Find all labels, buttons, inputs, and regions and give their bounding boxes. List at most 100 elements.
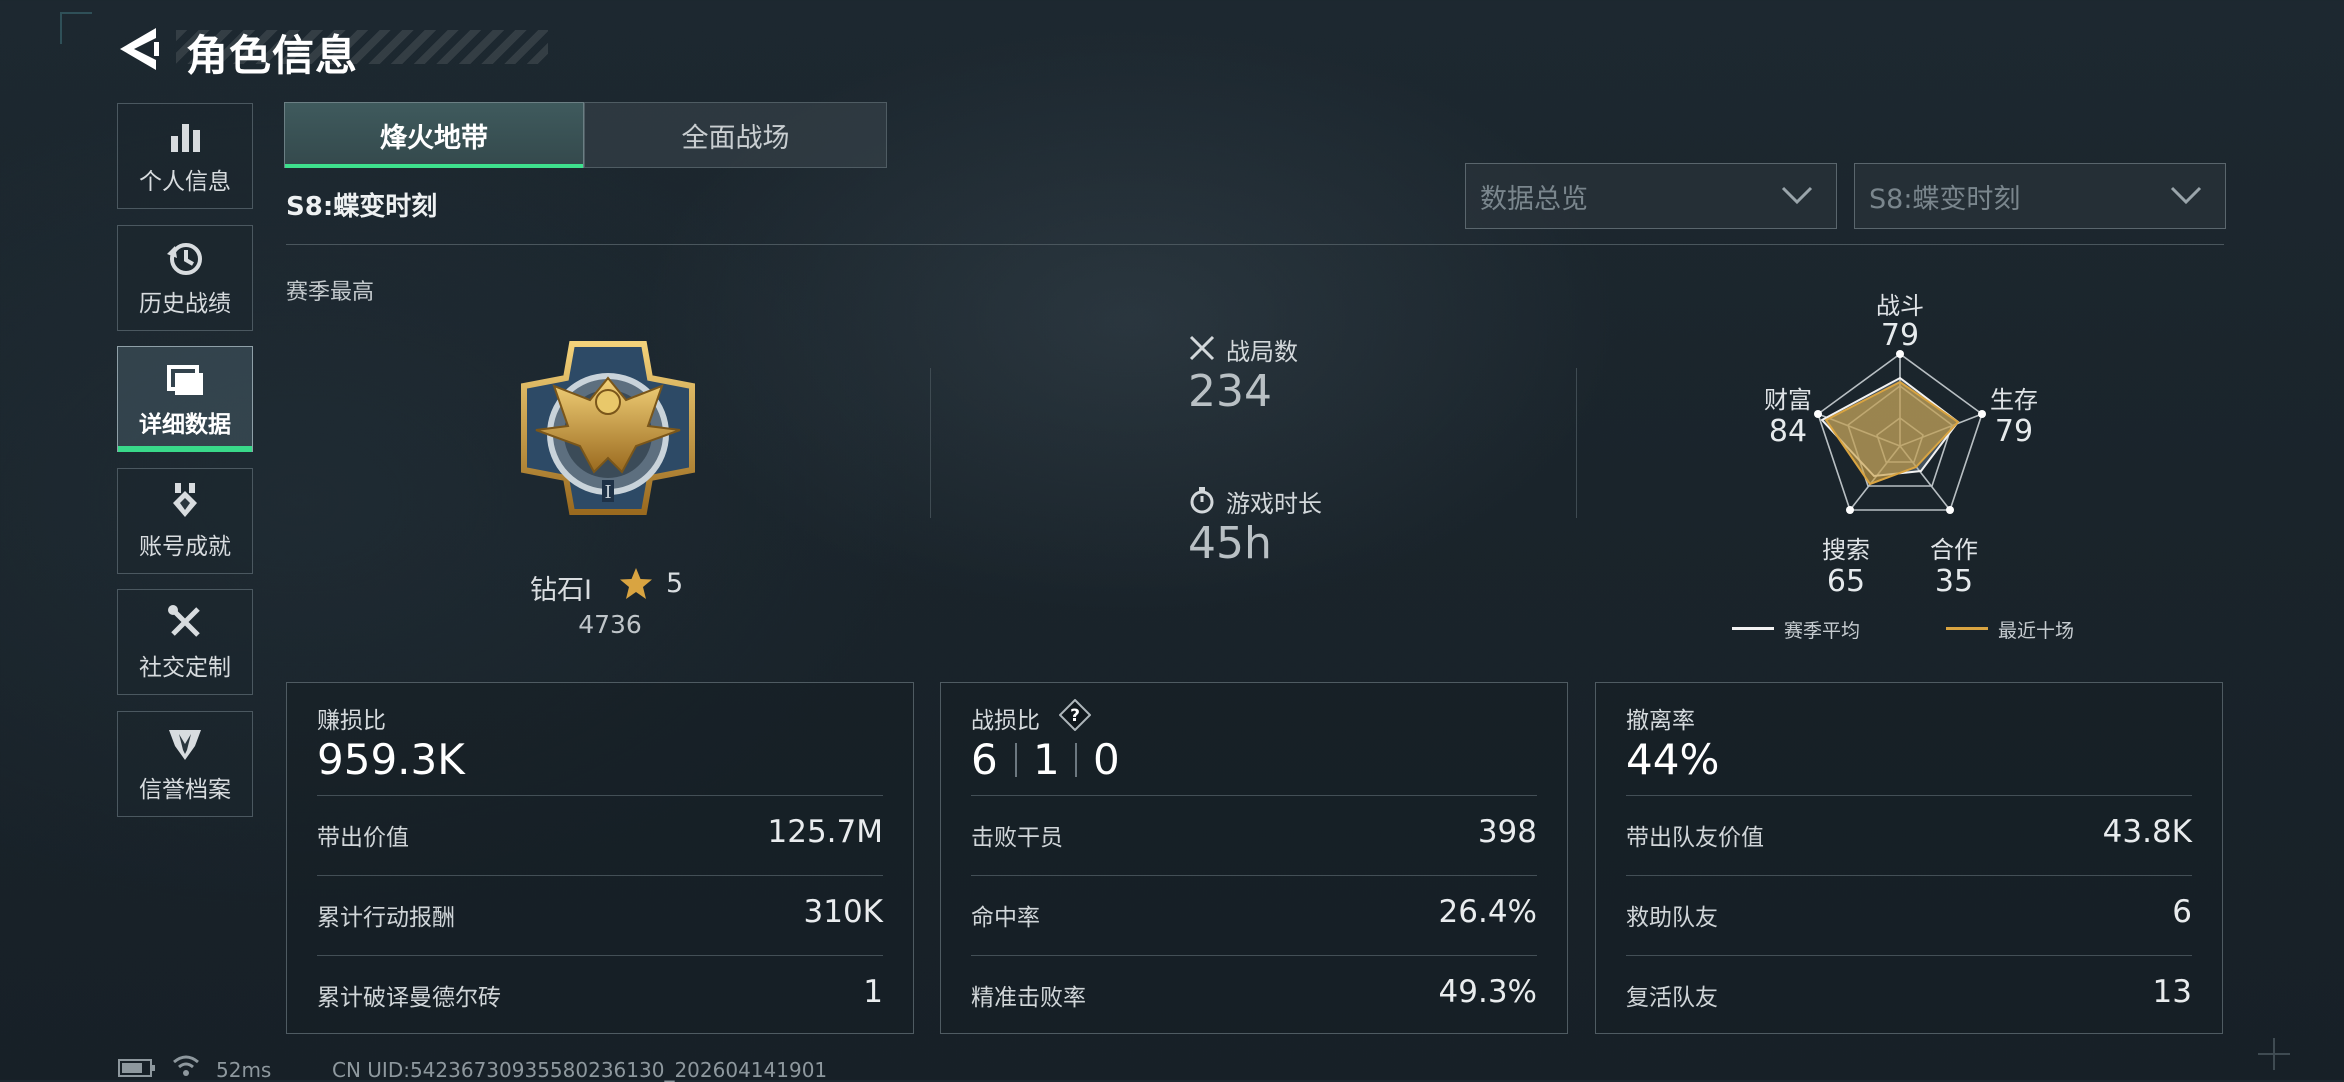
help-icon[interactable]: ?	[1059, 699, 1091, 731]
sidebar-item-label: 信誉档案	[139, 777, 231, 803]
history-icon	[167, 243, 202, 275]
stat-row-label: 带出队友价值	[1626, 825, 1764, 851]
crossed-swords-icon	[1189, 335, 1215, 361]
chevron-down-icon	[1781, 186, 1813, 205]
stat-row: 复活队友 13	[1626, 955, 2192, 1036]
divider	[286, 244, 2224, 245]
uid-label: CN UID:54236730935580236130_202604141901	[332, 1058, 828, 1082]
stat-row-value: 1	[863, 974, 883, 1010]
sidebar-item-label: 社交定制	[139, 655, 231, 681]
radar-label-wealth: 财富	[1764, 386, 1812, 414]
kd-value-3: 0	[1093, 735, 1120, 784]
stat-row: 带出队友价值 43.8K	[1626, 795, 2192, 876]
matches-value: 234	[1188, 366, 1272, 417]
kd-title: 战损比	[971, 708, 1040, 734]
tab-fire-zone[interactable]: 烽火地带	[284, 102, 584, 168]
rank-stars: 5	[666, 568, 684, 599]
stat-row: 击败干员 398	[971, 795, 1537, 876]
season-select-value: S8:蝶变时刻	[1869, 183, 2021, 215]
ping-label: 52ms	[216, 1058, 272, 1082]
page-title: 角色信息	[186, 31, 359, 80]
legend-label-recent-ten: 最近十场	[1998, 620, 2075, 642]
stopwatch-icon	[1190, 487, 1214, 514]
chevron-down-icon	[2170, 186, 2202, 205]
star-icon	[620, 568, 652, 599]
playtime-value: 45h	[1188, 518, 1272, 569]
kd-value-2: 1	[1033, 735, 1060, 784]
profit-panel: 赚损比 959.3K 带出价值 125.7M 累计行动报酬 310K 累计破译曼…	[286, 682, 914, 1034]
season-select[interactable]: S8:蝶变时刻	[1854, 163, 2226, 229]
divider	[1015, 743, 1017, 777]
extract-value: 44%	[1626, 735, 1720, 784]
stat-row: 精准击败率 49.3%	[971, 955, 1537, 1036]
stat-row-label: 击败干员	[971, 825, 1063, 851]
svg-text:I: I	[604, 482, 611, 503]
divider	[1075, 743, 1077, 777]
stat-row: 命中率 26.4%	[971, 875, 1537, 956]
stat-row-label: 累计破译曼德尔砖	[317, 985, 501, 1011]
season-best-label: 赛季最高	[286, 280, 375, 305]
radar-label-search: 搜索	[1822, 536, 1870, 564]
back-arrow-icon[interactable]	[116, 24, 160, 74]
kd-panel: 战损比 ? 6 1 0 击败干员 398 命中率 26.4% 精准击败率 49.…	[940, 682, 1568, 1034]
corner-decoration	[60, 12, 92, 44]
sidebar-item-detailed-data[interactable]: 详细数据	[117, 346, 253, 452]
radar-value-cooperation: 35	[1934, 564, 1974, 599]
tab-full-battlefield[interactable]: 全面战场	[584, 102, 887, 168]
sidebar-item-label: 历史战绩	[139, 291, 231, 317]
legend-label-season-avg: 赛季平均	[1784, 620, 1861, 642]
stat-row-value: 43.8K	[2102, 814, 2192, 850]
folder-icon	[167, 365, 203, 395]
crosshair-icon	[2258, 1038, 2290, 1070]
radar-value-wealth: 84	[1768, 414, 1808, 449]
medal-icon	[173, 483, 197, 517]
profit-title: 赚损比	[317, 708, 386, 734]
stat-row-label: 救助队友	[1626, 905, 1718, 931]
stat-row-label: 累计行动报酬	[317, 905, 455, 931]
stat-row: 累计行动报酬 310K	[317, 875, 883, 956]
stat-row-value: 49.3%	[1438, 974, 1537, 1010]
stat-row-value: 6	[2172, 894, 2192, 930]
legend-swatch-season-avg	[1732, 627, 1774, 630]
stat-row-value: 125.7M	[767, 814, 884, 850]
view-select[interactable]: 数据总览	[1465, 163, 1837, 229]
legend-swatch-recent-ten	[1946, 627, 1988, 630]
extract-title: 撤离率	[1626, 708, 1695, 734]
sidebar-item-personal-info[interactable]: 个人信息	[117, 103, 253, 209]
radar-value-combat: 79	[1880, 318, 1920, 353]
sidebar-item-label: 个人信息	[139, 169, 231, 195]
matches-label: 战局数	[1226, 338, 1298, 366]
sidebar-item-social-custom[interactable]: 社交定制	[117, 589, 253, 695]
divider	[930, 368, 931, 518]
radar-label-combat: 战斗	[1876, 292, 1924, 320]
radar-value-survival: 79	[1994, 414, 2034, 449]
stat-row: 累计破译曼德尔砖 1	[317, 955, 883, 1036]
tools-icon	[168, 605, 200, 637]
stat-row: 救助队友 6	[1626, 875, 2192, 956]
battery-icon	[118, 1059, 155, 1077]
stat-row-label: 命中率	[971, 905, 1040, 931]
sidebar-item-label: 账号成就	[139, 534, 231, 560]
wifi-icon	[173, 1055, 199, 1076]
radar-value-search: 65	[1826, 564, 1866, 599]
rank-name: 钻石Ⅰ	[530, 575, 592, 606]
sidebar-item-history[interactable]: 历史战绩	[117, 225, 253, 331]
sidebar-item-achievements[interactable]: 账号成就	[117, 468, 253, 574]
sidebar-item-label: 详细数据	[139, 412, 231, 438]
stat-row-value: 398	[1477, 814, 1537, 850]
emblem-icon	[169, 730, 201, 760]
season-title: S8:蝶变时刻	[286, 192, 438, 222]
stat-row-value: 13	[2152, 974, 2192, 1010]
sidebar-item-credit-record[interactable]: 信誉档案	[117, 711, 253, 817]
extract-panel: 撤离率 44% 带出队友价值 43.8K 救助队友 6 复活队友 13	[1595, 682, 2223, 1034]
stat-row-label: 精准击败率	[971, 985, 1086, 1011]
radar-label-survival: 生存	[1990, 386, 2038, 414]
rank-score: 4736	[578, 610, 642, 639]
view-select-value: 数据总览	[1480, 183, 1588, 215]
divider	[1576, 368, 1577, 518]
kd-value-1: 6	[971, 735, 998, 784]
stat-row-label: 带出价值	[317, 825, 409, 851]
stat-row-value: 26.4%	[1438, 894, 1537, 930]
stat-row: 带出价值 125.7M	[317, 795, 883, 876]
stat-row-label: 复活队友	[1626, 985, 1718, 1011]
